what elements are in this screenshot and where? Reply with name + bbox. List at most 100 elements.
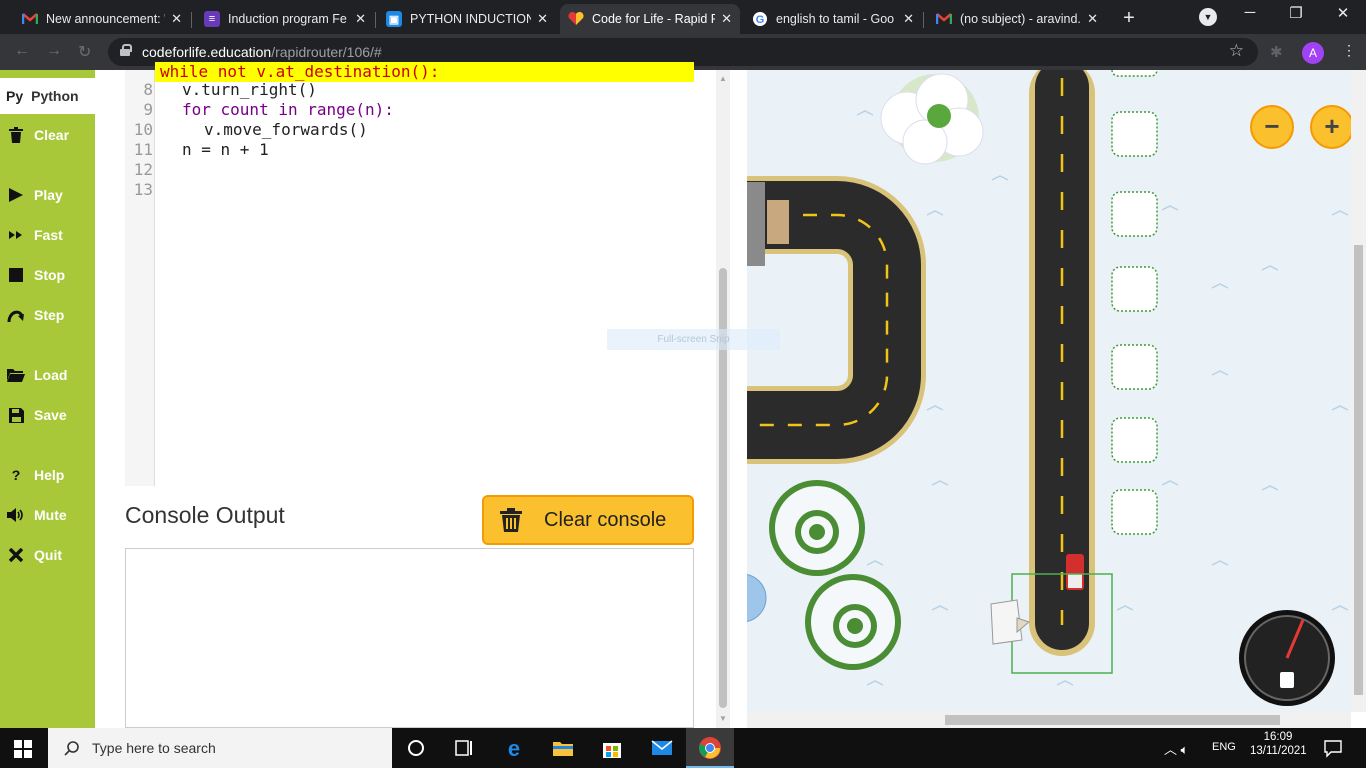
- tab-title: New announcement: ": [46, 12, 166, 26]
- chrome-taskbar-button[interactable]: [686, 728, 734, 768]
- search-icon: [64, 741, 79, 756]
- speedometer-icon: [1239, 610, 1335, 706]
- code-line[interactable]: for count in range(n):: [182, 100, 394, 120]
- console-output-area[interactable]: [125, 548, 694, 728]
- game-vertical-scrollbar[interactable]: [1351, 70, 1366, 712]
- tab-english-to-tamil[interactable]: G english to tamil - Goo ✕: [744, 4, 922, 34]
- sidebar: Py Python Clear Play Fast Stop Step Load…: [0, 70, 95, 728]
- edge-icon[interactable]: e: [502, 736, 526, 760]
- cortana-icon[interactable]: [404, 736, 428, 760]
- python-tab[interactable]: Py Python: [0, 78, 95, 114]
- zoom-out-button[interactable]: −: [1250, 105, 1294, 149]
- code-line[interactable]: v.turn_right(): [182, 80, 317, 100]
- browser-menu-icon[interactable]: ⋮: [1342, 42, 1356, 59]
- game-hscroll-thumb[interactable]: [945, 715, 1280, 725]
- highlighted-code-line: while not v.at_destination():: [155, 62, 694, 82]
- file-explorer-icon[interactable]: [551, 736, 575, 760]
- python-icon: Py: [6, 88, 24, 104]
- extensions-icon[interactable]: ✱: [1270, 43, 1283, 61]
- clock[interactable]: 16:09 13/11/2021: [1250, 731, 1307, 757]
- python-tab-label: Python: [31, 88, 79, 104]
- code-editor[interactable]: while not v.at_destination(): 8 v.turn_r…: [125, 62, 694, 486]
- fast-button[interactable]: Fast: [6, 226, 63, 244]
- scroll-down-icon[interactable]: ▼: [719, 714, 727, 723]
- snow-marks: [856, 110, 1349, 686]
- back-icon[interactable]: ←: [14, 42, 30, 60]
- tab-title: Induction program Fe: [228, 12, 347, 26]
- mute-button[interactable]: Mute: [6, 506, 67, 524]
- line-number: 8: [143, 80, 153, 99]
- store-icon[interactable]: [600, 736, 624, 760]
- task-view-icon[interactable]: [452, 736, 476, 760]
- clock-date: 13/11/2021: [1250, 745, 1307, 757]
- game-canvas[interactable]: − +: [747, 70, 1351, 712]
- play-button[interactable]: Play: [6, 186, 63, 204]
- tab-search-icon[interactable]: ▼: [1199, 8, 1217, 26]
- mail-icon[interactable]: [650, 736, 674, 760]
- line-number: 9: [143, 100, 153, 119]
- zoom-in-button[interactable]: +: [1310, 105, 1351, 149]
- minimize-icon[interactable]: ─: [1227, 4, 1273, 21]
- code-line[interactable]: n = n + 1: [182, 140, 269, 160]
- bookmark-star-icon[interactable]: ☆: [1229, 41, 1244, 61]
- restore-icon[interactable]: ❐: [1273, 4, 1319, 22]
- tab-gmail-announcement[interactable]: New announcement: " ✕: [14, 4, 190, 34]
- code-line[interactable]: v.move_forwards(): [204, 120, 368, 140]
- url-path: /rapidrouter/106/#: [271, 44, 382, 60]
- editor-scrollbar[interactable]: ▲ ▼: [716, 70, 730, 728]
- forms-icon: ≡: [204, 11, 220, 27]
- codeforlife-icon: [568, 11, 584, 27]
- tab-title: PYTHON INDUCTION: [410, 12, 532, 26]
- close-tab-icon[interactable]: ✕: [1087, 11, 1098, 27]
- close-tab-icon[interactable]: ✕: [903, 11, 914, 27]
- tray-icons[interactable]: ︿ 🔈︎: [1164, 739, 1188, 758]
- snow-hedge-icons: [1111, 70, 1158, 535]
- tab-code-for-life[interactable]: Code for Life - Rapid R ✕: [560, 4, 740, 34]
- window-close-icon[interactable]: ✕: [1320, 4, 1366, 22]
- profile-avatar[interactable]: A: [1302, 42, 1324, 64]
- taskbar-search[interactable]: Type here to search: [48, 728, 392, 768]
- step-button[interactable]: Step: [6, 306, 64, 324]
- game-horizontal-scrollbar[interactable]: [747, 712, 1351, 728]
- stop-button[interactable]: Stop: [6, 266, 65, 284]
- close-tab-icon[interactable]: ✕: [721, 11, 732, 27]
- close-tab-icon[interactable]: ✕: [537, 11, 548, 27]
- quit-button[interactable]: Quit: [6, 546, 62, 564]
- input-language[interactable]: ENG: [1212, 741, 1236, 753]
- house-icon: [747, 182, 765, 266]
- tab-divider: [191, 12, 192, 28]
- lock-icon[interactable]: [120, 44, 132, 56]
- game-vscroll-thumb[interactable]: [1354, 245, 1363, 695]
- pond-icon: [747, 574, 767, 622]
- line-number: 11: [133, 140, 153, 159]
- close-tab-icon[interactable]: ✕: [355, 11, 366, 27]
- tab-title: english to tamil - Goo: [776, 12, 895, 26]
- floppy-icon: [6, 406, 26, 424]
- windows-start-icon[interactable]: [14, 740, 32, 758]
- road-surface: [747, 181, 921, 459]
- play-label: Play: [34, 187, 63, 203]
- tab-python-induction[interactable]: ▣ PYTHON INDUCTION ✕: [378, 4, 556, 34]
- tab-gmail-no-subject[interactable]: (no subject) - aravind. ✕: [928, 4, 1106, 34]
- url-text[interactable]: codeforlife.education/rapidrouter/106/#: [142, 44, 382, 60]
- snow-tree-icon: [769, 480, 865, 576]
- scroll-up-icon[interactable]: ▲: [719, 74, 727, 83]
- load-button[interactable]: Load: [6, 366, 67, 384]
- trash-icon: [500, 508, 522, 532]
- close-tab-icon[interactable]: ✕: [171, 11, 182, 27]
- snow-tree-icon: [805, 574, 901, 670]
- save-button[interactable]: Save: [6, 406, 67, 424]
- classroom-icon: ▣: [386, 11, 402, 27]
- clear-button[interactable]: Clear: [6, 126, 69, 144]
- url-host: codeforlife.education: [142, 44, 272, 60]
- road-map: [747, 70, 1349, 706]
- new-tab-button[interactable]: +: [1116, 6, 1142, 32]
- reload-icon[interactable]: ↻: [78, 42, 91, 62]
- destination-house-icon: [990, 599, 1031, 645]
- notifications-icon[interactable]: [1323, 738, 1343, 758]
- clear-console-button[interactable]: Clear console: [482, 495, 694, 545]
- forward-icon[interactable]: →: [46, 42, 62, 60]
- tab-induction-program[interactable]: ≡ Induction program Fe ✕: [196, 4, 374, 34]
- fast-forward-icon: [6, 226, 26, 244]
- help-button[interactable]: ? Help: [6, 466, 65, 484]
